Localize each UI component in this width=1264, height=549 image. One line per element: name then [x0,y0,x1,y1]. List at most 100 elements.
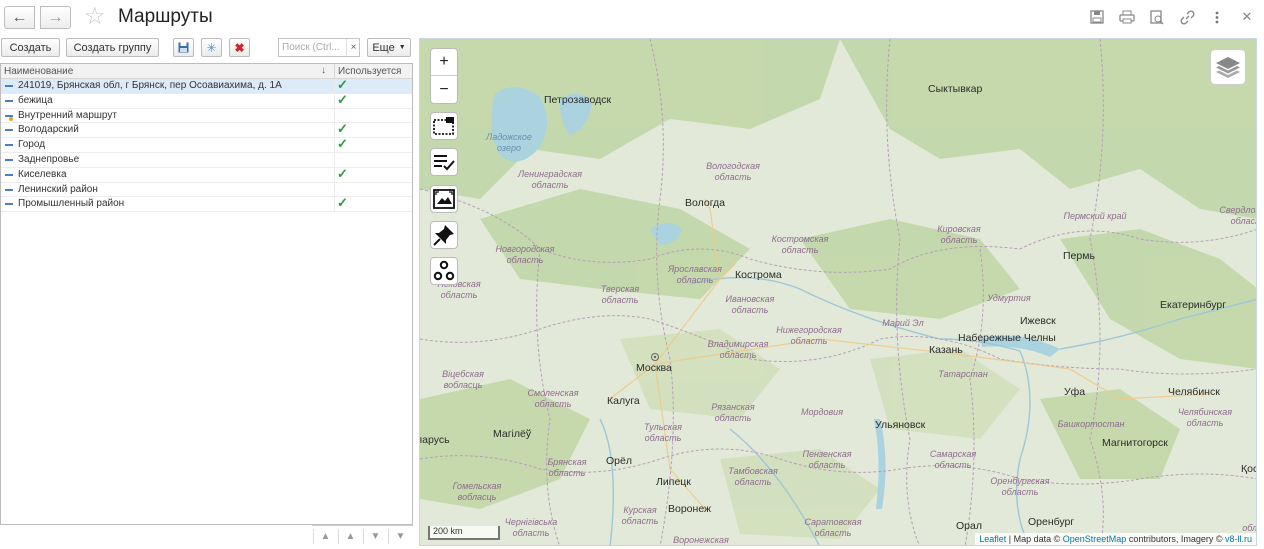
chevron-down-icon: ▼ [398,44,406,51]
table-row[interactable]: Володарский ✓ [1,121,412,139]
list-header: Наименование ↓ Используется [1,64,412,79]
first-page-button[interactable]: ▲ [313,529,337,544]
leaflet-link[interactable]: Leaflet [979,534,1006,544]
save-icon[interactable] [1088,8,1106,26]
map-region-label: Тамбовская область [728,466,778,487]
cluster-icon [433,260,455,281]
column-divider [334,93,335,109]
item-marker-icon [5,144,13,147]
map-city-label: Орал [956,520,982,532]
print-icon[interactable] [1118,8,1136,26]
select-area-icon [433,117,454,135]
table-row[interactable]: Промышленный район ✓ [1,195,412,213]
used-check-icon: ✓ [337,136,348,152]
attribution-text: | Map data © [1006,534,1063,544]
copy-button[interactable]: ✳ [201,38,222,57]
column-header-name[interactable]: Наименование [4,66,73,77]
map-region-label: Курская область [621,505,659,526]
layers-button[interactable] [1210,49,1246,85]
routes-list[interactable]: Наименование ↓ Используется 241019, Брян… [0,63,413,525]
map-region-label: Тверская область [600,284,640,305]
row-name: бежица [18,94,53,106]
table-row[interactable]: Город ✓ [1,136,412,154]
forward-button[interactable]: → [40,6,71,29]
arrow-left-icon: ← [11,8,28,26]
map-region-label: Самарская область [929,449,977,470]
image-frame-icon [433,189,455,209]
more-vertical-icon[interactable] [1208,8,1226,26]
column-divider [334,197,335,213]
row-name: 241019, Брянская обл, г Брянск, пер Осоа… [18,80,282,91]
map-region-label: Челябинская область [1177,407,1233,428]
map-city-label: Петрозаводск [544,94,612,106]
last-page-button[interactable]: ▼ [388,529,412,544]
table-row[interactable]: бежица ✓ [1,92,412,109]
map-city-label: Магнитогорск [1102,437,1168,449]
table-row[interactable]: Киселевка ✓ [1,166,412,183]
fit-bounds-button[interactable] [430,185,458,213]
search-clear-button[interactable]: × [346,39,360,56]
create-button[interactable]: Создать [1,38,60,57]
column-divider [334,182,335,198]
preview-icon[interactable] [1148,8,1166,26]
select-area-button[interactable] [430,112,458,140]
map-region-label: Ярославская область [668,264,722,285]
row-name: Володарский [18,124,79,136]
row-name: Внутренний маршрут [18,109,117,121]
map-region-label: Ленинградская область [517,169,583,190]
map-region-label: Нижегородская область [776,325,842,346]
table-row[interactable]: Заднепровье [1,152,412,168]
map-region-label: Удмуртия [987,293,1031,303]
zoom-control: + − [430,48,458,104]
checklist-icon [434,155,455,171]
table-row[interactable]: Внутренний маршрут [1,108,412,124]
item-marker-icon [5,173,13,176]
map-region-label: Владимирская область [707,339,769,360]
favorite-star-icon[interactable]: ☆ [84,4,106,30]
item-marker-icon [5,99,13,102]
map-region-label: Чернігівська область [504,517,558,538]
map-region-label: Башкортостан [1057,419,1125,429]
map-region-label: Віцебская вобласць [442,369,484,390]
zoom-in-button[interactable]: + [431,49,457,76]
column-divider [334,123,335,139]
map-region-label: Вологодская область [706,161,760,182]
more-button[interactable]: Еще ▼ [367,38,411,57]
route-list-button[interactable] [430,148,458,176]
row-name: Город [18,139,46,151]
map-region-label: Костромская область [771,234,829,255]
next-page-button[interactable]: ▼ [363,529,387,544]
pin-button[interactable] [430,221,458,249]
prev-page-button[interactable]: ▲ [338,529,362,544]
back-button[interactable]: ← [4,6,35,29]
close-icon[interactable]: ✕ [1238,8,1256,26]
map-region-label: Оренбургская область [990,476,1050,497]
map-region-label: Саратовская область [804,517,862,538]
link-icon[interactable] [1178,8,1196,26]
map-region-label: Мордовия [801,407,843,417]
column-divider [334,167,335,183]
osm-link[interactable]: OpenStreetMap [1063,534,1127,544]
map-city-label: Ульяновск [875,419,926,431]
map-region-label: Смоленская область [527,388,579,409]
cluster-button[interactable] [430,257,458,285]
create-group-button[interactable]: Создать группу [66,38,159,57]
floppy-icon [178,42,189,53]
map-view[interactable]: Петрозаводск Сыктывкар Вологда Кострома Перм… [419,38,1257,546]
item-marker-icon [5,203,13,206]
delete-button[interactable]: ✖ [229,38,250,57]
zoom-out-button[interactable]: − [431,76,457,103]
map-city-label: Калуга [607,395,640,407]
pushpin-icon [433,225,454,246]
column-divider [334,79,335,94]
table-row[interactable]: Ленинский район [1,182,412,198]
save-list-button[interactable] [173,38,194,57]
map-region-label: Воронежская область [673,535,729,545]
map-city-label: Уфа [1064,386,1086,398]
map-city-label: Вологда [685,197,726,209]
title-bar: ← → ☆ Маршруты ✕ [0,0,1264,36]
map-city-label: Липецк [656,476,691,488]
v8-link[interactable]: v8-ll.ru [1225,534,1252,544]
item-marker-icon [5,188,13,191]
table-row[interactable]: 241019, Брянская обл, г Брянск, пер Осоа… [1,77,412,94]
